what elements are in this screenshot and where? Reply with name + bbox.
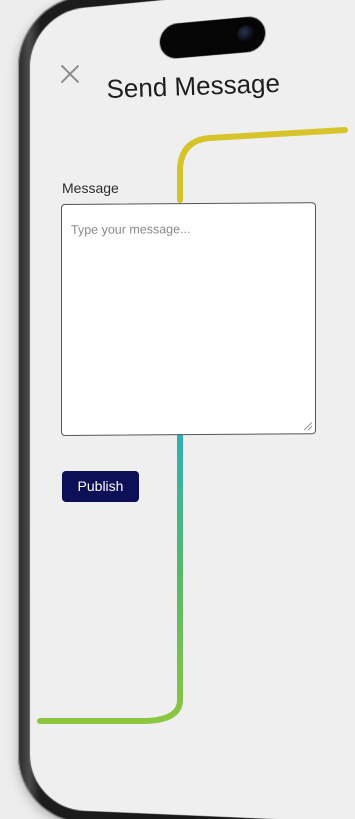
close-icon[interactable] (60, 64, 80, 84)
page-title: Send Message (106, 67, 281, 104)
dynamic-island (159, 15, 266, 60)
resize-grip-icon[interactable] (304, 422, 312, 431)
front-camera-icon (237, 24, 255, 43)
app-stage: Send Message Message Type your message..… (0, 0, 355, 819)
message-label: Message (62, 180, 119, 196)
message-textarea[interactable]: Type your message... (61, 202, 316, 436)
message-placeholder: Type your message... (71, 222, 191, 237)
publish-button[interactable]: Publish (62, 471, 139, 502)
